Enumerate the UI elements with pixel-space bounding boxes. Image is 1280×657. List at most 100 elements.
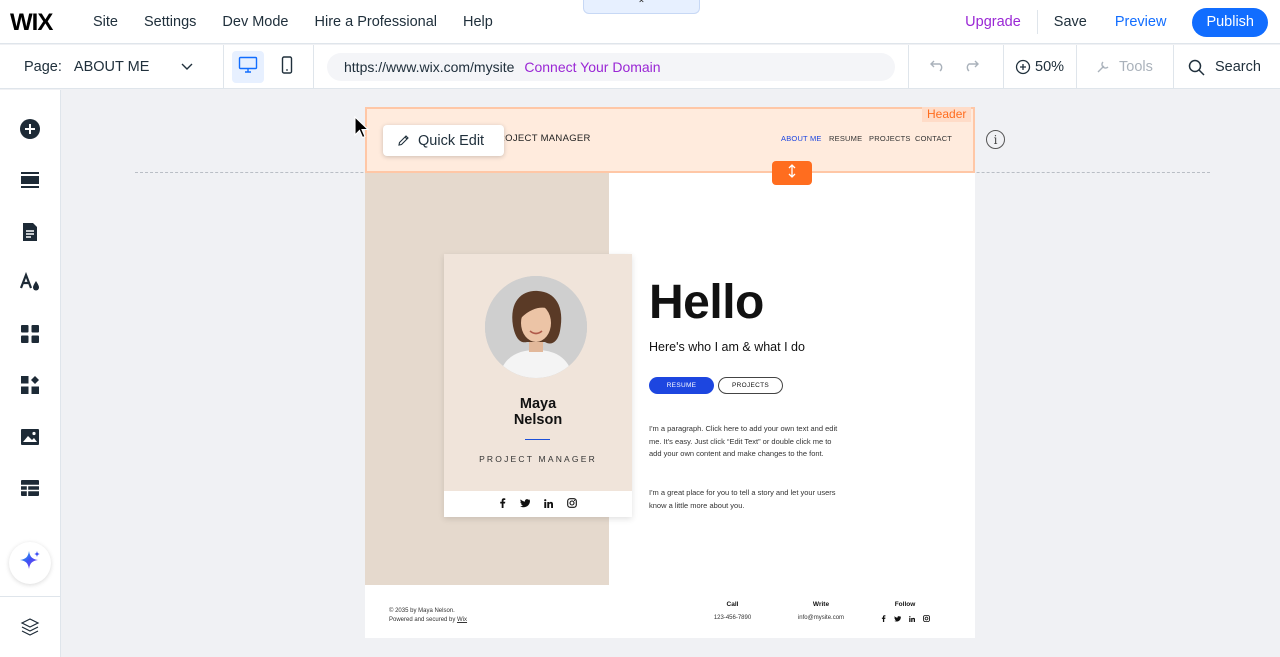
page-label: Page: [24,59,62,75]
mobile-view-button[interactable] [271,51,303,83]
hello-subtitle[interactable]: Here's who I am & what I do [649,340,805,354]
zoom-level: 50% [1035,59,1065,75]
undo-icon [929,58,947,76]
twitter-icon[interactable] [520,495,530,513]
footer-call[interactable]: Call 123-456-7890 [705,601,760,621]
menu-help[interactable]: Help [450,14,506,30]
divider-line [525,439,550,440]
chevron-down-icon [181,63,193,71]
page-value: ABOUT ME [73,59,150,75]
footer-write[interactable]: Write info@mysite.com [791,601,851,621]
instagram-icon[interactable] [922,615,930,624]
profile-card[interactable]: Maya Nelson PROJECT MANAGER [444,254,632,517]
undo-button[interactable] [929,45,947,89]
tools-button[interactable]: Tools [1095,45,1153,89]
call-title: Call [726,601,739,608]
nav-about-me[interactable]: ABOUT ME [781,134,822,143]
layers-icon[interactable] [18,615,42,639]
projects-button[interactable]: PROJECTS [718,377,783,394]
footer-copyright[interactable]: © 2035 by Maya Nelson. Powered and secur… [389,607,467,624]
powered-by-text: Powered and secured by Wix [389,616,467,625]
main-menu: Site Settings Dev Mode Hire a Profession… [80,0,506,44]
follow-title: Follow [894,601,916,608]
desktop-view-button[interactable] [232,51,264,83]
save-button[interactable]: Save [1038,14,1103,30]
site-url: https://www.wix.com/mysite [344,59,515,75]
footer-social-icons [875,615,935,624]
page-selector[interactable]: Page: ABOUT ME [24,45,193,89]
profile-last-name: Nelson [513,412,563,428]
zoom-button[interactable]: 50% [1015,45,1064,89]
sparkle-icon [18,549,42,578]
pages-icon[interactable] [18,220,42,244]
divider [223,45,224,89]
write-value: info@mysite.com [797,615,845,621]
left-sidebar [0,90,61,657]
header-role-text[interactable]: ROJECT MANAGER [498,133,591,144]
editor-toolbar: Page: ABOUT ME https://www.wix.com/mysit… [0,45,1280,89]
divider [313,45,314,89]
site-url-bar[interactable]: https://www.wix.com/mysite Connect Your … [327,53,895,81]
preview-button[interactable]: Preview [1103,14,1179,30]
footer-follow: Follow [875,601,935,624]
menu-hire-professional[interactable]: Hire a Professional [302,14,451,30]
call-value: 123-456-7890 [713,615,752,621]
add-elements-icon[interactable] [18,117,42,141]
profile-role[interactable]: PROJECT MANAGER [444,454,632,464]
nav-projects[interactable]: PROJECTS [869,134,911,143]
wix-link[interactable]: Wix [457,617,467,623]
nav-resume[interactable]: RESUME [829,134,862,143]
header-label: Header [922,107,972,122]
avatar[interactable] [485,276,587,378]
mobile-icon [281,55,293,79]
menu-site[interactable]: Site [80,14,131,30]
social-bar [444,491,632,517]
nav-contact[interactable]: CONTACT [915,134,952,143]
facebook-icon[interactable] [499,495,506,513]
paragraph-2[interactable]: I'm a great place for you to tell a stor… [649,487,839,512]
quick-edit-button[interactable]: Quick Edit [383,125,504,156]
apps-icon[interactable] [18,322,42,346]
cms-icon[interactable] [18,476,42,500]
stretch-handle[interactable] [772,161,812,185]
paragraph-1[interactable]: I'm a paragraph. Click here to add your … [649,423,839,461]
redo-button[interactable] [962,45,980,89]
profile-first-name: Maya [519,396,557,412]
hello-heading[interactable]: Hello [649,275,764,330]
divider [1173,45,1174,89]
site-page-canvas[interactable]: Maya Nelson PROJECT MANAGER Hello Here's… [365,107,975,638]
search-label: Search [1215,59,1261,75]
collapse-toolbar-tab[interactable]: ⌃ [583,0,700,14]
add-section-icon[interactable] [18,168,42,192]
connect-domain-link[interactable]: Connect Your Domain [524,59,660,75]
copyright-text: © 2035 by Maya Nelson. [389,608,455,614]
divider [908,45,909,89]
resize-vertical-icon [787,163,797,183]
business-apps-icon[interactable] [18,373,42,397]
instagram-icon[interactable] [567,495,577,513]
search-button[interactable]: Search [1188,45,1261,89]
mouse-cursor-icon [354,115,370,145]
linkedin-icon[interactable] [908,615,915,624]
pencil-icon [397,134,410,147]
twitter-icon[interactable] [893,615,901,624]
ai-assistant-button[interactable] [9,542,51,584]
media-icon[interactable] [18,425,42,449]
menu-dev-mode[interactable]: Dev Mode [209,14,301,30]
info-icon[interactable]: i [986,130,1005,149]
desktop-icon [238,56,258,79]
top-bar: WIX Site Settings Dev Mode Hire a Profes… [0,0,1280,44]
divider [0,596,61,597]
menu-settings[interactable]: Settings [131,14,209,30]
site-design-icon[interactable] [18,270,42,294]
facebook-icon[interactable] [881,615,886,624]
search-icon [1188,59,1205,76]
resume-button[interactable]: RESUME [649,377,714,394]
upgrade-link[interactable]: Upgrade [949,14,1037,30]
publish-button[interactable]: Publish [1192,7,1268,37]
wix-logo[interactable]: WIX [10,9,53,37]
zoom-in-icon [1015,59,1031,75]
linkedin-icon[interactable] [544,495,553,513]
profile-name[interactable]: Maya Nelson [444,396,632,428]
write-title: Write [812,601,830,608]
